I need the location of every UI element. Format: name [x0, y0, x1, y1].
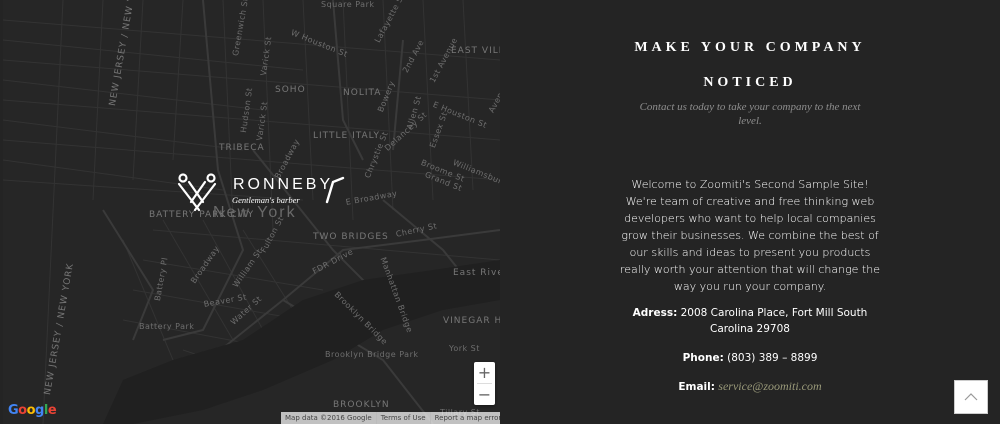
email-label: Email:: [678, 381, 715, 393]
logo-tagline: Gentleman's barber: [232, 195, 300, 205]
google-logo-letter: G: [8, 403, 19, 418]
map-label: York St: [449, 344, 480, 353]
contact-panel: MAKE YOUR COMPANY NOTICED Contact us tod…: [500, 0, 1000, 424]
map-data-text: Map data ©2016 Google: [281, 412, 377, 424]
address-line: Adress: 2008 Carolina Place, Fort Mill S…: [618, 305, 882, 337]
zoom-out-button[interactable]: −: [474, 384, 495, 405]
google-logo-letter: o: [18, 403, 27, 418]
zoom-in-button[interactable]: +: [474, 362, 495, 383]
map-attribution: Map data ©2016 Google Terms of Use Report …: [281, 412, 500, 424]
phone-label: Phone:: [682, 352, 724, 364]
zoom-control: + −: [474, 362, 495, 405]
email-line: Email: service@zoomiti.com: [618, 378, 882, 395]
map-label: Square Park: [321, 0, 375, 9]
heading-line-2: NOTICED: [703, 75, 797, 90]
map-label: EAST VILLAG: [451, 46, 500, 56]
map-label: East River: [453, 268, 500, 278]
intro-text: Welcome to Zoomiti's Second Sample Site!…: [620, 178, 880, 293]
map-attribution-link[interactable]: Report a map error: [431, 412, 500, 424]
google-logo-letter: g: [35, 403, 44, 418]
map-attribution-link[interactable]: Terms of Use: [377, 412, 431, 424]
google-logo-letter: e: [47, 403, 57, 418]
map-label: VINEGAR HILL: [443, 316, 500, 326]
map-panel[interactable]: Square Park W Houston St Lafayette St 2n…: [3, 0, 500, 424]
heading-line-1: MAKE YOUR COMPANY: [634, 40, 866, 55]
map-label: Battery Park: [139, 322, 195, 331]
address-label: Adress:: [632, 307, 678, 319]
map-label: TRIBECA: [219, 143, 265, 153]
map-label: NOLITA: [343, 88, 382, 98]
chevron-up-icon: [964, 393, 978, 401]
scroll-to-top-button[interactable]: [954, 380, 988, 414]
map-label: SOHO: [275, 85, 306, 95]
razor-icon: [325, 176, 345, 204]
map-label: BROOKLYN: [333, 400, 390, 410]
email-link[interactable]: service@zoomiti.com: [718, 379, 821, 393]
map-label: TWO BRIDGES: [313, 232, 389, 242]
phone-value: (803) 389 – 8899: [727, 352, 818, 364]
ronneby-logo[interactable]: RONNEBY Gentleman's barber: [175, 172, 350, 218]
scissors-razor-icon: [177, 173, 217, 212]
logo-name: RONNEBY: [233, 176, 334, 193]
google-logo-letter: o: [26, 403, 36, 418]
map-label: LITTLE ITALY: [313, 131, 380, 141]
google-logo[interactable]: Google: [8, 403, 57, 418]
phone-line: Phone: (803) 389 – 8899: [618, 350, 882, 366]
subtitle: Contact us today to take your company to…: [639, 101, 861, 127]
address-value: 2008 Carolina Place, Fort Mill South Car…: [680, 307, 868, 335]
map-label: Brooklyn Bridge Park: [325, 350, 419, 359]
